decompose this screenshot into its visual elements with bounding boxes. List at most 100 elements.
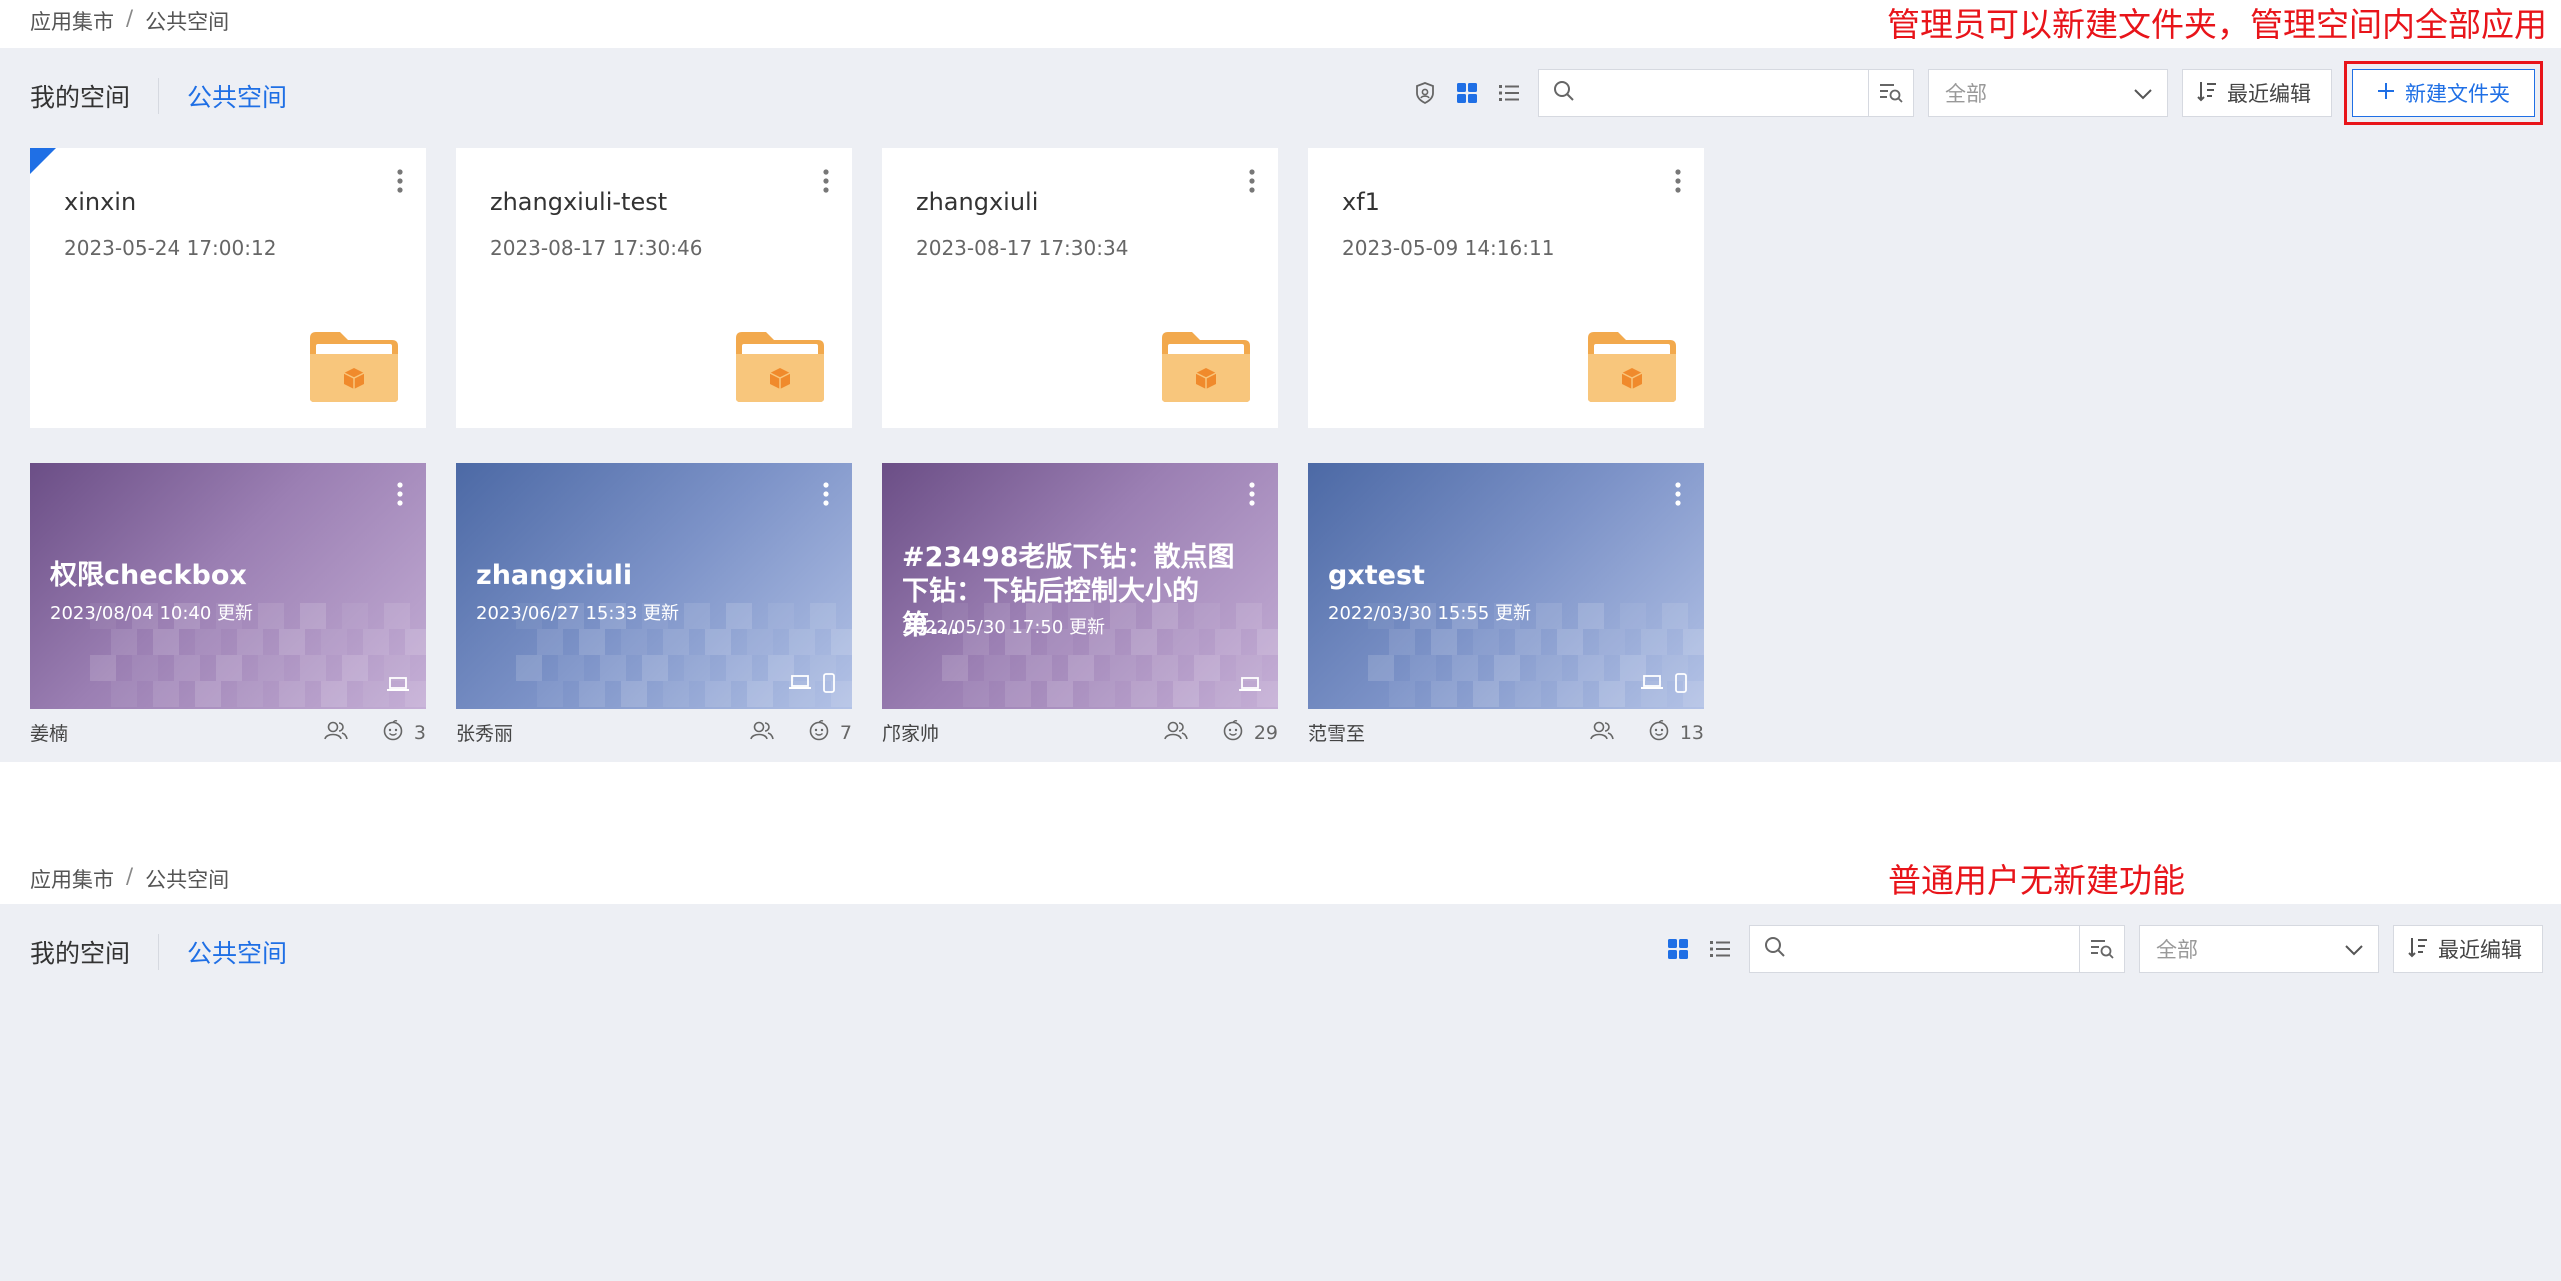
selected-corner-marker [30,148,56,174]
collaborators-icon[interactable] [1164,720,1188,745]
advanced-search-icon[interactable] [2079,925,2125,973]
section-spacer [0,762,2561,858]
collaborators-icon[interactable] [750,720,774,745]
folder-icon [1586,330,1678,408]
app-meta-row: 姜楠 3 [30,719,426,749]
list-view-icon[interactable] [1699,928,1741,970]
app-owner: 张秀丽 [456,723,514,745]
toolbar: 我的空间 公共空间 [0,904,2561,1000]
desktop-icon [1640,673,1664,697]
tab-public-space[interactable]: 公共空间 [158,78,287,114]
folder-card[interactable]: zhangxiuli 2023-08-17 17:30:34 [882,148,1278,428]
app-meta-row: 邝家帅 29 [882,719,1278,749]
breadcrumb-item-public: 公共空间 [145,868,230,892]
space-tabs: 我的空间 公共空间 [30,48,287,144]
app-stats: 29 [1164,719,1278,746]
user-content: 我的空间 公共空间 全部 最近编辑 [0,904,2561,1281]
breadcrumb-separator: / [126,864,134,888]
search-box [1749,925,2079,973]
folder-icon [734,330,826,408]
admin-content: 我的空间 公共空间 全部 最近编辑 新建文件夹 xinxin 2023-05-2… [0,48,2561,762]
folder-card[interactable]: zhangxiuli-test 2023-08-17 17:30:46 [456,148,852,428]
desktop-icon [1238,675,1262,697]
sort-button[interactable]: 最近编辑 [2182,69,2332,117]
chevron-down-icon [2344,937,2364,961]
folder-icon [1160,330,1252,408]
tab-public-space[interactable]: 公共空间 [158,934,287,970]
app-card[interactable]: gxtest 2022/03/30 15:55 更新 [1308,463,1704,709]
more-options-icon[interactable] [1674,168,1682,198]
collaborators-icon[interactable] [1590,720,1614,745]
folder-name: xf1 [1342,188,1380,216]
app-stats: 3 [324,719,426,746]
app-updated-time: 2022/03/30 15:55 更新 [1328,603,1532,624]
folder-name: zhangxiuli [916,188,1039,216]
search-box [1538,69,1868,117]
folder-card[interactable]: xinxin 2023-05-24 17:00:12 [30,148,426,428]
toolbar-actions: 全部 最近编辑 新建文件夹 [1404,61,2543,125]
sort-label: 最近编辑 [2438,938,2522,962]
app-title: gxtest [1328,560,1425,591]
app-title: zhangxiuli [476,560,633,591]
admin-section: 应用集市 / 公共空间 管理员可以新建文件夹，管理空间内全部应用 我的空间 公共… [0,0,2561,762]
app-meta-row: 张秀丽 7 [456,719,852,749]
grid-view-icon[interactable] [1657,928,1699,970]
app-owner: 姜楠 [30,723,69,745]
app-updated-time: 2023/06/27 15:33 更新 [476,603,680,624]
breadcrumb: 应用集市 / 公共空间 [30,864,229,894]
space-tabs: 我的空间 公共空间 [30,904,287,1000]
collaborators-icon[interactable] [324,720,348,745]
desktop-icon [788,673,812,697]
category-select[interactable]: 全部 [1928,69,2168,117]
breadcrumb-item-market[interactable]: 应用集市 [30,864,114,894]
folder-date: 2023-05-09 14:16:11 [1342,236,1555,260]
visit-count: 3 [413,721,426,744]
list-view-icon[interactable] [1488,72,1530,114]
more-options-icon[interactable] [822,168,830,198]
advanced-search-icon[interactable] [1868,69,1914,117]
breadcrumb: 应用集市 / 公共空间 [30,6,229,36]
app-card[interactable]: zhangxiuli 2023/06/27 15:33 更新 [456,463,852,709]
visit-count: 13 [1679,721,1704,744]
sort-button[interactable]: 最近编辑 [2393,925,2543,973]
device-icons [1640,673,1688,697]
visits-icon [1648,719,1670,746]
shield-icon[interactable] [1404,72,1446,114]
app-updated-time: 2022/05/30 17:50 更新 [902,617,1106,638]
tab-my-space[interactable]: 我的空间 [30,78,158,114]
category-select[interactable]: 全部 [2139,925,2379,973]
tab-my-space[interactable]: 我的空间 [30,934,158,970]
more-options-icon[interactable] [396,168,404,198]
new-folder-button[interactable]: 新建文件夹 [2352,69,2535,117]
more-options-icon[interactable] [396,481,404,511]
grid-view-icon[interactable] [1446,72,1488,114]
plus-icon [2377,81,2395,105]
chevron-down-icon [2133,81,2153,105]
folder-card[interactable]: xf1 2023-05-09 14:16:11 [1308,148,1704,428]
more-options-icon[interactable] [822,481,830,511]
search-input[interactable] [1583,73,1868,113]
sort-icon [2408,936,2428,963]
app-owner: 邝家帅 [882,723,940,745]
more-options-icon[interactable] [1248,168,1256,198]
device-icons [788,673,836,697]
search-input[interactable] [1794,929,2079,969]
user-annotation: 普通用户无新建功能 [1888,861,2185,900]
folder-name: xinxin [64,188,137,216]
new-folder-highlight: 新建文件夹 [2344,61,2543,125]
admin-annotation: 管理员可以新建文件夹，管理空间内全部应用 [1887,5,2547,44]
breadcrumb-bar: 应用集市 / 公共空间 管理员可以新建文件夹，管理空间内全部应用 [0,0,2561,48]
more-options-icon[interactable] [1674,481,1682,511]
breadcrumb-item-market[interactable]: 应用集市 [30,6,114,36]
mobile-icon [1674,673,1688,697]
search-icon [1764,936,1786,962]
folder-date: 2023-08-17 17:30:34 [916,236,1129,260]
app-card[interactable]: 权限checkbox 2023/08/04 10:40 更新 [30,463,426,709]
app-owner: 范雪至 [1308,723,1366,745]
app-stats: 13 [1590,719,1704,746]
more-options-icon[interactable] [1248,481,1256,511]
app-card[interactable]: #23498老版下钻：散点图下钻：下钻后控制大小的 第... 2022/05/3… [882,463,1278,709]
visit-count: 29 [1253,721,1278,744]
search-icon [1553,80,1575,106]
visit-count: 7 [839,721,852,744]
